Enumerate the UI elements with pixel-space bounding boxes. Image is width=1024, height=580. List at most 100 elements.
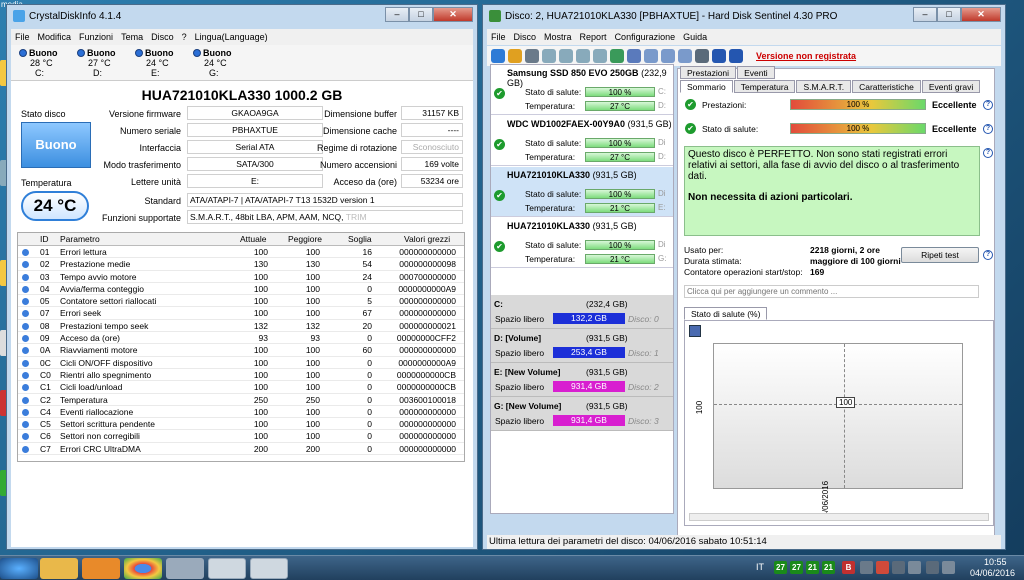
table-row[interactable]: 04 Avvia/ferma conteggio 100 100 0 0000000000… [18,283,464,296]
table-row[interactable]: C1 Cicli load/unload 100 100 0 0000000000CB [18,381,464,394]
menu-guida[interactable]: Guida [683,32,707,42]
tool-icon[interactable] [661,49,675,63]
taskbar-media-icon[interactable] [82,558,120,579]
close-button[interactable]: ✕ [433,7,473,22]
language-indicator[interactable]: IT [756,562,764,572]
tray-icon[interactable] [892,561,905,574]
table-row[interactable]: 01 Errori lettura 100 100 16 000000000000 [18,246,464,259]
menu-disco[interactable]: Disco [151,32,174,42]
tray-temp-icon[interactable]: 21 [806,561,819,574]
maximize-button[interactable]: □ [937,7,961,22]
col-soglia[interactable]: Soglia [348,234,372,244]
health-status-button[interactable]: Buono [21,122,91,168]
tray-temp-icon[interactable]: 27 [790,561,803,574]
menu-help[interactable]: ? [182,32,187,42]
disk-item-selected[interactable]: HUA721010KLA330 (931,5 GB) ✔ Stato di sa… [491,167,673,217]
menu-modifica[interactable]: Modifica [38,32,72,42]
taskbar-chrome-icon[interactable] [124,558,162,579]
info-icon[interactable] [729,49,743,63]
tab-eventi[interactable]: Eventi [737,66,775,79]
taskbar-hds-icon[interactable] [250,558,288,579]
taskbar-app-icon[interactable] [166,558,204,579]
table-row[interactable]: 07 Errori seek 100 100 67 000000000000 [18,307,464,320]
temperature-display[interactable]: 24 °C [21,191,89,221]
help-icon[interactable]: ? [983,100,993,110]
col-id[interactable]: ID [40,234,49,244]
tray-temp-icon[interactable]: 21 [822,561,835,574]
clock-time[interactable]: 10:55 [984,557,1007,567]
monitor-icon[interactable] [695,49,709,63]
table-row[interactable]: C6 Settori non corregibili 100 100 0 00000000… [18,430,464,443]
menu-file[interactable]: File [15,32,30,42]
maximize-button[interactable]: □ [409,7,433,22]
menu-file[interactable]: File [491,32,506,42]
table-row[interactable]: C7 Errori CRC UltraDMA 200 200 0 000000000000 [18,443,464,456]
minimize-button[interactable]: – [385,7,409,22]
table-row[interactable]: 0C Cicli ON/OFF dispositivo 100 100 0 0000000… [18,357,464,369]
tab-caratteristiche[interactable]: Caratteristiche [852,80,921,93]
tray-temp-icon[interactable]: 27 [774,561,787,574]
menu-language[interactable]: Lingua(Language) [195,32,268,42]
unregistered-link[interactable]: Versione non registrata [756,51,856,61]
tab-health-graph[interactable]: Stato di salute (%) [684,307,768,320]
menu-disco[interactable]: Disco [514,32,537,42]
col-parametro[interactable]: Parametro [60,234,100,244]
table-row[interactable]: 02 Prestazione medie 130 130 54 000000000098 [18,258,464,271]
table-row[interactable]: 0A Riavviamenti motore 100 100 60 00000000000… [18,344,464,357]
tool-icon[interactable] [576,49,590,63]
retest-button[interactable]: Ripeti test [901,247,979,263]
disk-icon[interactable] [508,49,522,63]
help-icon[interactable]: ? [983,124,993,134]
tool-icon[interactable] [559,49,573,63]
save-icon[interactable] [689,325,701,337]
comment-input[interactable] [684,285,979,298]
tool-icon[interactable] [593,49,607,63]
report-icon[interactable] [525,49,539,63]
table-row[interactable]: C5 Settori scrittura pendente 100 100 0 00000… [18,418,464,431]
col-peggiore[interactable]: Peggiore [288,234,322,244]
help-icon[interactable]: ? [983,250,993,260]
graph-scrollbar[interactable] [689,513,989,521]
taskbar-folder-icon[interactable] [40,558,78,579]
tool-icon[interactable] [678,49,692,63]
table-row[interactable]: 05 Contatore settori riallocati 100 100 5 000… [18,295,464,308]
close-button[interactable]: ✕ [961,7,1001,22]
help-icon[interactable] [712,49,726,63]
table-row[interactable]: 08 Prestazioni tempo seek 132 132 20 00000000… [18,320,464,333]
tab-sommario[interactable]: Sommario [680,80,733,93]
tab-prestazioni[interactable]: Prestazioni [680,66,737,79]
volume-icon[interactable] [942,561,955,574]
tool-icon[interactable] [542,49,556,63]
table-row[interactable]: 03 Tempo avvio motore 100 100 24 000700000000 [18,271,464,283]
clock-date[interactable]: 04/06/2016 [970,568,1015,578]
partition-item[interactable]: D: [Volume] (931,5 GB) Spazio libero 253… [491,329,673,363]
partition-item[interactable]: G: [New Volume] (931,5 GB) Spazio libero… [491,397,673,431]
disk-item[interactable]: WDC WD1002FAEX-00Y9A0 (931,5 GB) ✔ Stato… [491,116,673,166]
table-row[interactable]: C0 Rientri allo spegnimento 100 100 0 0000000… [18,369,464,382]
tray-app-icon[interactable]: B [842,561,855,574]
tab-smart[interactable]: S.M.A.R.T. [796,80,852,93]
settings-icon[interactable] [627,49,641,63]
menu-mostra[interactable]: Mostra [544,32,572,42]
minimize-button[interactable]: – [913,7,937,22]
network-icon[interactable] [926,561,939,574]
table-row[interactable]: 09 Acceso da (ore) 93 93 0 00000000CFF2 [18,332,464,345]
menu-funzioni[interactable]: Funzioni [79,32,113,42]
table-row[interactable]: C2 Temperatura 250 250 0 003600100018 [18,394,464,406]
menu-configurazione[interactable]: Configurazione [615,32,676,42]
table-row[interactable]: C4 Eventi riallocazione 100 100 0 00000000000… [18,406,464,419]
tool-icon[interactable] [644,49,658,63]
taskbar-crystaldiskinfo-icon[interactable] [208,558,246,579]
tray-icon[interactable] [876,561,889,574]
menu-tema[interactable]: Tema [121,32,143,42]
partition-item[interactable]: C: (232,4 GB) Spazio libero 132,2 GB Dis… [491,295,673,329]
disk-item[interactable]: HUA721010KLA330 (931,5 GB) ✔ Stato di sa… [491,218,673,268]
tray-icon[interactable] [860,561,873,574]
refresh-icon[interactable] [491,49,505,63]
menu-report[interactable]: Report [580,32,607,42]
disk-item[interactable]: Samsung SSD 850 EVO 250GB (232,9 GB) ✔ S… [491,65,673,115]
tab-temperatura[interactable]: Temperatura [733,80,796,93]
tab-eventi-gravi[interactable]: Eventi gravi [921,80,981,93]
col-attuale[interactable]: Attuale [240,234,266,244]
partition-item[interactable]: E: [New Volume] (931,5 GB) Spazio libero… [491,363,673,397]
